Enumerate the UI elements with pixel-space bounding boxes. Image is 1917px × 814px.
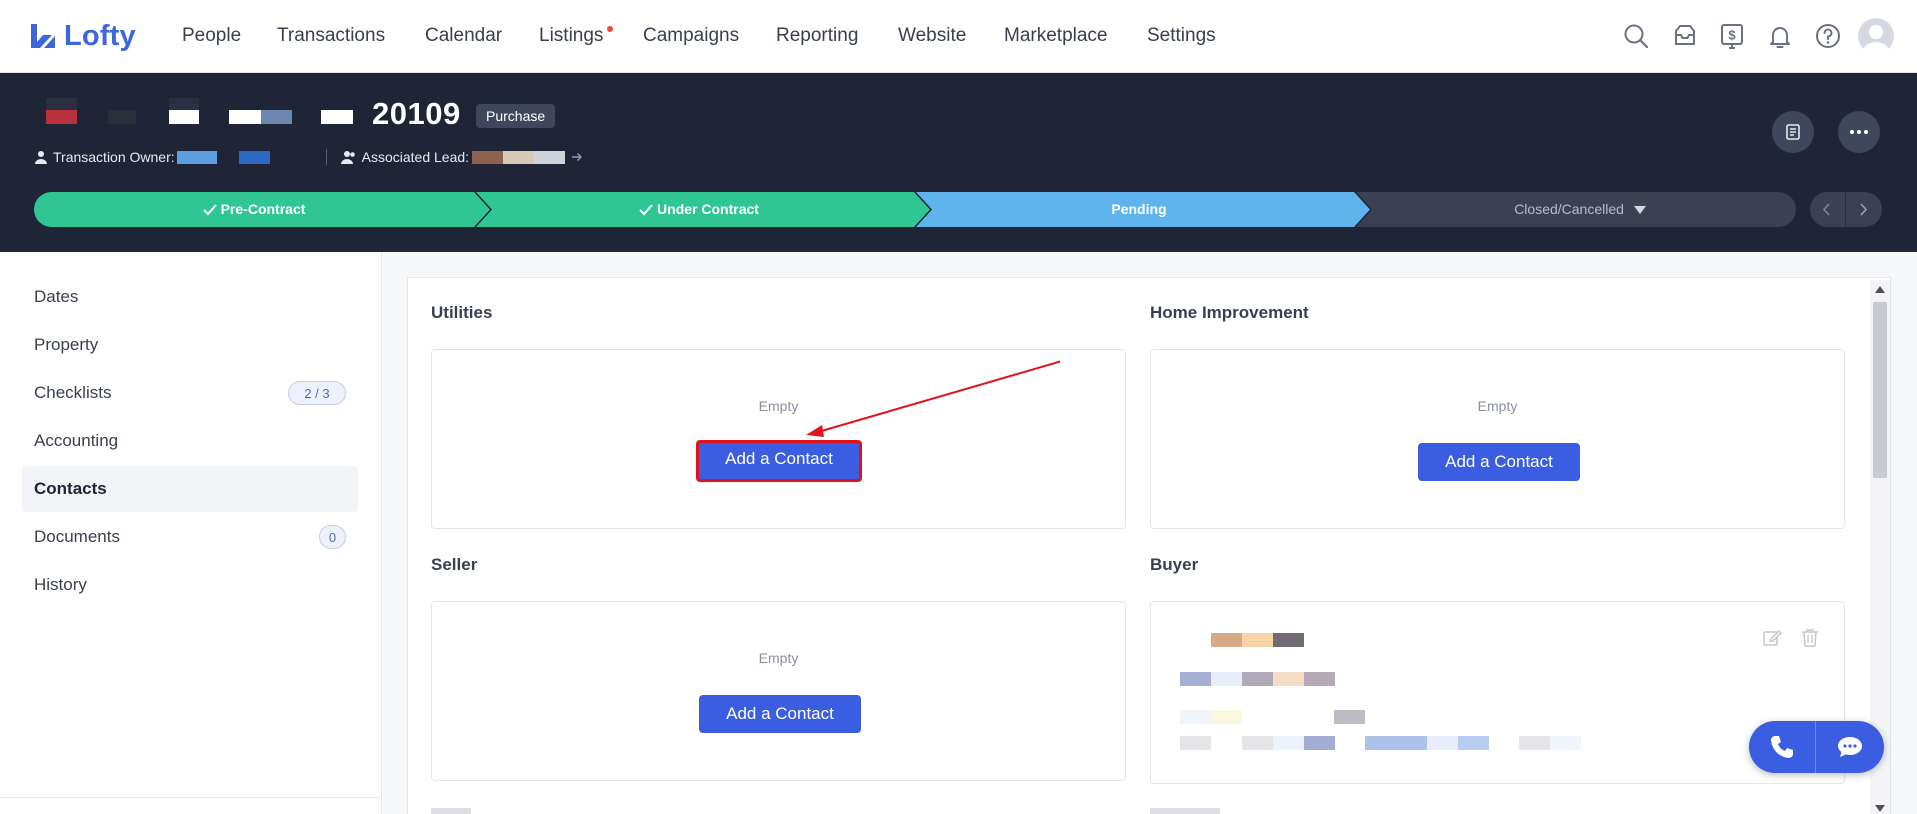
sidebar-item-label: Contacts bbox=[34, 479, 107, 498]
edit-icon[interactable] bbox=[1762, 628, 1782, 648]
app-name: Lofty bbox=[64, 19, 136, 52]
checklists-count-badge: 2 / 3 bbox=[288, 381, 346, 405]
transaction-number: 20109 bbox=[372, 96, 461, 131]
transaction-owner-label: Transaction Owner: bbox=[53, 149, 175, 165]
nav-transactions[interactable]: Transactions bbox=[277, 25, 385, 47]
inbox-icon[interactable] bbox=[1671, 22, 1699, 50]
sidebar-item-label: Accounting bbox=[34, 431, 119, 450]
sidebar-item-dates[interactable]: Dates bbox=[22, 274, 358, 320]
sidebar-item-documents[interactable]: Documents 0 bbox=[22, 514, 358, 560]
person-icon bbox=[34, 150, 48, 164]
group-icon bbox=[340, 150, 357, 164]
chevron-right-icon[interactable] bbox=[1856, 202, 1870, 217]
sidebar-divider bbox=[0, 797, 380, 798]
more-options-button[interactable] bbox=[1838, 111, 1880, 153]
stage-under-contract[interactable]: Under Contract bbox=[484, 192, 914, 227]
seller-card: Empty Add a Contact bbox=[431, 601, 1126, 781]
chat-icon bbox=[1838, 737, 1862, 757]
empty-text: Empty bbox=[1477, 398, 1518, 414]
redacted-lead-name[interactable] bbox=[472, 150, 566, 164]
check-icon bbox=[639, 204, 653, 216]
sidebar-item-label: Checklists bbox=[34, 383, 112, 402]
scroll-thumb[interactable] bbox=[1873, 302, 1887, 478]
next-section-title-clipped bbox=[1150, 808, 1220, 814]
transaction-sidebar: Dates Property Checklists 2 / 3 Accounti… bbox=[0, 252, 382, 814]
meta-divider bbox=[325, 149, 327, 165]
seller-add-contact-button[interactable]: Add a Contact bbox=[699, 695, 861, 733]
lofty-logo[interactable]: Lofty bbox=[28, 20, 136, 52]
redacted-owner-name[interactable] bbox=[176, 150, 270, 164]
chevron-left-icon[interactable] bbox=[1820, 202, 1834, 217]
home-improvement-card: Empty Add a Contact bbox=[1150, 349, 1845, 529]
nav-listings[interactable]: Listings bbox=[539, 25, 603, 47]
phone-button[interactable] bbox=[1769, 734, 1795, 760]
stage-label-text: Pending bbox=[1111, 201, 1167, 217]
transaction-type-badge: Purchase bbox=[476, 104, 556, 128]
phone-icon bbox=[1771, 736, 1793, 758]
sidebar-item-checklists[interactable]: Checklists 2 / 3 bbox=[22, 370, 358, 416]
utilities-add-contact-button[interactable]: Add a Contact bbox=[696, 440, 862, 482]
sidebar-item-label: Dates bbox=[34, 287, 79, 306]
user-avatar[interactable] bbox=[1858, 18, 1894, 54]
arrow-right-icon[interactable] bbox=[571, 151, 583, 163]
sidebar-item-accounting[interactable]: Accounting bbox=[22, 418, 358, 464]
document-icon bbox=[1786, 124, 1800, 140]
more-horizontal-icon bbox=[1850, 130, 1868, 134]
scroll-down-icon[interactable] bbox=[1875, 805, 1885, 812]
stage-label-text: Pre-Contract bbox=[220, 201, 306, 217]
stage-navigation bbox=[1810, 192, 1882, 227]
help-icon[interactable] bbox=[1814, 22, 1842, 50]
scroll-up-icon[interactable] bbox=[1875, 286, 1885, 293]
search-icon[interactable] bbox=[1622, 22, 1650, 50]
nav-campaigns[interactable]: Campaigns bbox=[643, 25, 739, 47]
bell-icon[interactable] bbox=[1766, 22, 1794, 50]
stage-pending[interactable]: Pending bbox=[924, 192, 1354, 227]
section-title-buyer: Buyer bbox=[1150, 555, 1199, 574]
nav-calendar[interactable]: Calendar bbox=[425, 25, 502, 47]
home-improvement-add-contact-button[interactable]: Add a Contact bbox=[1418, 443, 1580, 481]
sidebar-item-label: History bbox=[34, 575, 87, 594]
nav-marketplace[interactable]: Marketplace bbox=[1004, 25, 1108, 47]
sidebar-item-property[interactable]: Property bbox=[22, 322, 358, 368]
sidebar-item-label: Property bbox=[34, 335, 99, 354]
stage-closed-cancelled[interactable]: Closed/Cancelled bbox=[1364, 192, 1796, 227]
next-section-title-clipped bbox=[431, 808, 471, 814]
section-title-seller: Seller bbox=[431, 555, 478, 574]
stage-label-text: Under Contract bbox=[657, 201, 759, 217]
listings-notification-dot bbox=[607, 26, 613, 32]
nav-reporting[interactable]: Reporting bbox=[776, 25, 858, 47]
buyer-card bbox=[1150, 601, 1845, 784]
sidebar-item-history[interactable]: History bbox=[22, 562, 358, 608]
sidebar-item-contacts[interactable]: Contacts bbox=[22, 466, 358, 512]
annotation-arrow bbox=[806, 360, 1060, 437]
section-title-home-improvement: Home Improvement bbox=[1150, 303, 1309, 322]
caret-down-icon bbox=[1633, 206, 1646, 215]
document-button[interactable] bbox=[1772, 111, 1814, 153]
documents-count-badge: 0 bbox=[319, 525, 346, 549]
section-title-utilities: Utilities bbox=[431, 303, 493, 322]
widget-divider bbox=[1815, 721, 1816, 773]
stage-label-text: Closed/Cancelled bbox=[1514, 201, 1624, 217]
transaction-meta-row: Transaction Owner: Associated Lead: bbox=[34, 148, 583, 166]
sidebar-item-label: Documents bbox=[34, 527, 120, 546]
floating-contact-widget bbox=[1749, 721, 1884, 773]
billing-icon[interactable]: $ bbox=[1718, 22, 1746, 50]
associated-lead-label: Associated Lead: bbox=[361, 149, 470, 165]
lofty-logo-icon bbox=[31, 24, 55, 48]
empty-text: Empty bbox=[758, 650, 799, 666]
nav-settings[interactable]: Settings bbox=[1147, 25, 1216, 47]
stage-pre-contract[interactable]: Pre-Contract bbox=[34, 192, 474, 227]
nav-website[interactable]: Website bbox=[898, 25, 966, 47]
transaction-pipeline: Pre-Contract Under Contract Pending Clos… bbox=[34, 192, 1796, 227]
delete-icon[interactable] bbox=[1801, 628, 1819, 648]
top-navigation-bar: Lofty People Transactions Calendar Listi… bbox=[0, 0, 1917, 73]
nav-divider bbox=[1845, 192, 1846, 227]
svg-text:$: $ bbox=[1728, 28, 1736, 43]
chat-button[interactable] bbox=[1836, 735, 1864, 759]
check-icon bbox=[202, 204, 217, 216]
nav-people[interactable]: People bbox=[182, 25, 241, 47]
